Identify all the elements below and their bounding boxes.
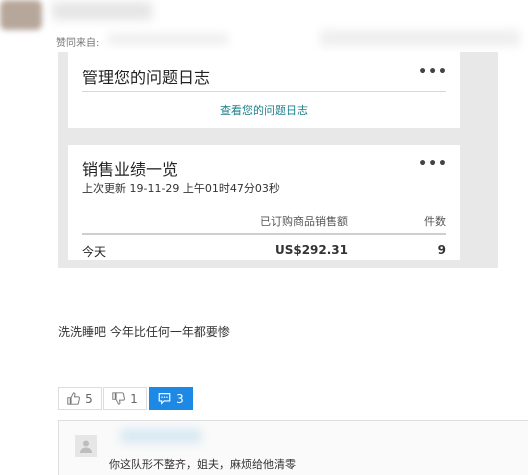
comment-item: 你这队形不整齐，姐夫，麻烦给他清零 bbox=[58, 420, 528, 475]
author-avatar[interactable] bbox=[0, 0, 42, 30]
post-text: 洗洗睡吧 今年比任何一年都要惨 bbox=[58, 325, 230, 339]
sales-summary-card: 销售业绩一览 ••• 上次更新 19-11-29 上午01时47分03秒 已订购… bbox=[68, 145, 460, 260]
sales-summary-title: 销售业绩一览 bbox=[82, 160, 179, 179]
comment-count: 3 bbox=[176, 391, 184, 406]
thumb-down-icon bbox=[112, 392, 126, 405]
thumb-up-icon bbox=[67, 392, 81, 405]
like-count: 5 bbox=[85, 391, 93, 406]
problem-log-card: 管理您的问题日志 ••• 查看您的问题日志 bbox=[68, 52, 460, 128]
source-label: 赞同来自: bbox=[56, 38, 100, 49]
source-name-blurred bbox=[108, 34, 228, 44]
header-blurred-area bbox=[320, 30, 520, 46]
column-header-count: 件数 bbox=[424, 215, 446, 228]
dislike-button[interactable]: 1 bbox=[103, 387, 147, 410]
author-name-blurred bbox=[52, 2, 152, 20]
user-avatar-icon[interactable] bbox=[75, 435, 97, 457]
table-row-revenue: US$292.31 bbox=[274, 243, 348, 257]
column-header-revenue: 已订购商品销售额 bbox=[260, 215, 348, 228]
commenter-name-blurred bbox=[121, 429, 201, 443]
comment-text: 你这队形不整齐，姐夫，麻烦给他清零 bbox=[109, 458, 296, 471]
view-problem-log-link[interactable]: 查看您的问题日志 bbox=[68, 102, 460, 118]
dislike-count: 1 bbox=[130, 391, 138, 406]
table-row-label: 今天 bbox=[82, 245, 107, 259]
screenshot-panel: 管理您的问题日志 ••• 查看您的问题日志 销售业绩一览 ••• 上次更新 19… bbox=[58, 52, 498, 268]
more-options-icon[interactable]: ••• bbox=[418, 156, 448, 172]
problem-log-title: 管理您的问题日志 bbox=[82, 68, 211, 87]
divider bbox=[82, 91, 446, 92]
last-updated-text: 上次更新 19-11-29 上午01时47分03秒 bbox=[82, 182, 280, 195]
comment-icon bbox=[158, 392, 171, 405]
like-button[interactable]: 5 bbox=[58, 387, 102, 410]
divider bbox=[82, 233, 446, 235]
more-options-icon[interactable]: ••• bbox=[418, 64, 448, 80]
table-row-count: 9 bbox=[437, 243, 446, 257]
comment-button[interactable]: 3 bbox=[149, 387, 193, 410]
